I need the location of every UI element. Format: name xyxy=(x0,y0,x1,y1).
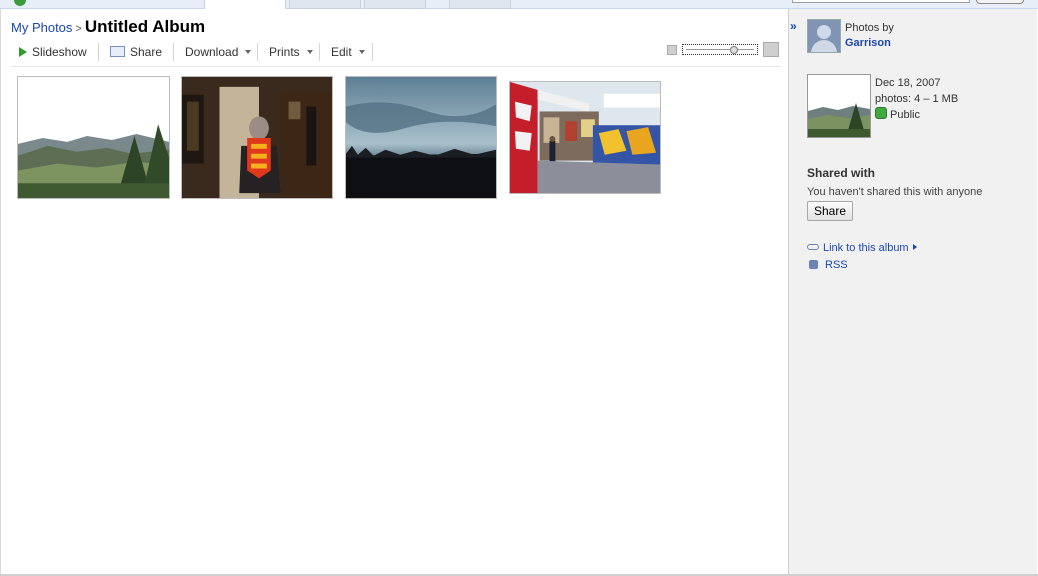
album-date: Dec 18, 2007 xyxy=(875,77,941,89)
tab-2[interactable] xyxy=(289,0,361,9)
download-menu[interactable]: Download xyxy=(185,45,252,59)
download-label: Download xyxy=(185,45,239,59)
rss-icon xyxy=(809,260,818,269)
album-meta: Dec 18, 2007 photos: 4 – 1 MB Public xyxy=(875,75,958,123)
chevron-down-icon xyxy=(358,50,365,54)
public-icon xyxy=(875,107,887,119)
rss-link[interactable]: RSS xyxy=(809,259,848,271)
zoom-track[interactable] xyxy=(682,44,758,55)
shared-with-heading: Shared with xyxy=(807,166,876,180)
sidebar-share-button[interactable]: Share xyxy=(807,201,854,221)
link-label: Link to this album xyxy=(823,242,909,254)
divider xyxy=(319,43,320,61)
divider xyxy=(372,43,373,61)
link-to-album[interactable]: Link to this album xyxy=(807,242,917,254)
edit-menu[interactable]: Edit xyxy=(331,45,365,59)
photo-thumbnail[interactable] xyxy=(345,76,497,199)
photo-count: photos: 4 – 1 MB xyxy=(875,93,959,105)
chevron-down-icon xyxy=(306,50,313,54)
edit-label: Edit xyxy=(331,45,352,59)
visibility: Public xyxy=(875,107,958,123)
graffiti-wall-image xyxy=(510,82,660,193)
breadcrumb: My Photos > Untitled Album xyxy=(11,17,205,37)
breadcrumb-separator: > xyxy=(75,23,82,35)
play-icon xyxy=(19,47,27,57)
owner-block: Photos by Garrison xyxy=(845,21,894,51)
shared-with-text: You haven't shared this with anyone xyxy=(807,186,983,198)
chevron-down-icon xyxy=(245,50,252,54)
slideshow-button[interactable]: Slideshow xyxy=(19,45,87,59)
landscape-image xyxy=(18,77,169,198)
share-label: Share xyxy=(130,45,163,59)
album-main: My Photos > Untitled Album Slideshow Share… xyxy=(0,9,789,574)
avatar[interactable] xyxy=(807,19,841,53)
tab-3[interactable] xyxy=(364,0,426,9)
photos-by-label: Photos by xyxy=(845,22,894,34)
album-cover[interactable] xyxy=(807,74,871,138)
search-input[interactable] xyxy=(792,0,970,3)
tab-4[interactable] xyxy=(449,0,511,9)
top-nav-strip xyxy=(0,0,1038,10)
album-sidebar: » Photos by Garrison Dec 18, 2007 photos… xyxy=(788,9,1037,574)
zoom-handle[interactable] xyxy=(730,46,738,54)
album-cover-image xyxy=(808,75,870,137)
share-button[interactable]: Share xyxy=(110,45,162,59)
link-icon xyxy=(807,244,819,250)
album-toolbar: Slideshow Share Download Prints Edit xyxy=(11,43,781,67)
visibility-label: Public xyxy=(890,109,920,121)
photo-thumbnail[interactable] xyxy=(17,76,170,199)
page-title: Untitled Album xyxy=(84,17,206,36)
large-thumb-icon xyxy=(763,42,779,57)
divider xyxy=(173,43,174,61)
logo-icon xyxy=(14,0,26,6)
rss-label: RSS xyxy=(825,259,848,271)
search-button[interactable] xyxy=(976,0,1024,4)
triangle-right-icon xyxy=(912,244,917,250)
envelope-icon xyxy=(110,46,125,57)
slideshow-label: Slideshow xyxy=(32,45,87,59)
photo-thumbnail[interactable] xyxy=(509,81,661,194)
zoom-slider[interactable] xyxy=(667,42,779,57)
divider xyxy=(257,43,258,61)
owner-link[interactable]: Garrison xyxy=(845,36,894,51)
prints-menu[interactable]: Prints xyxy=(269,45,313,59)
small-thumb-icon xyxy=(667,45,677,55)
breadcrumb-my-photos[interactable]: My Photos xyxy=(11,20,72,35)
dusk-sky-image xyxy=(346,77,496,198)
photo-thumbnail[interactable] xyxy=(181,76,333,199)
prints-label: Prints xyxy=(269,45,300,59)
divider xyxy=(98,43,99,61)
person-indoors-image xyxy=(182,77,332,198)
collapse-sidebar-icon[interactable]: » xyxy=(790,19,796,33)
